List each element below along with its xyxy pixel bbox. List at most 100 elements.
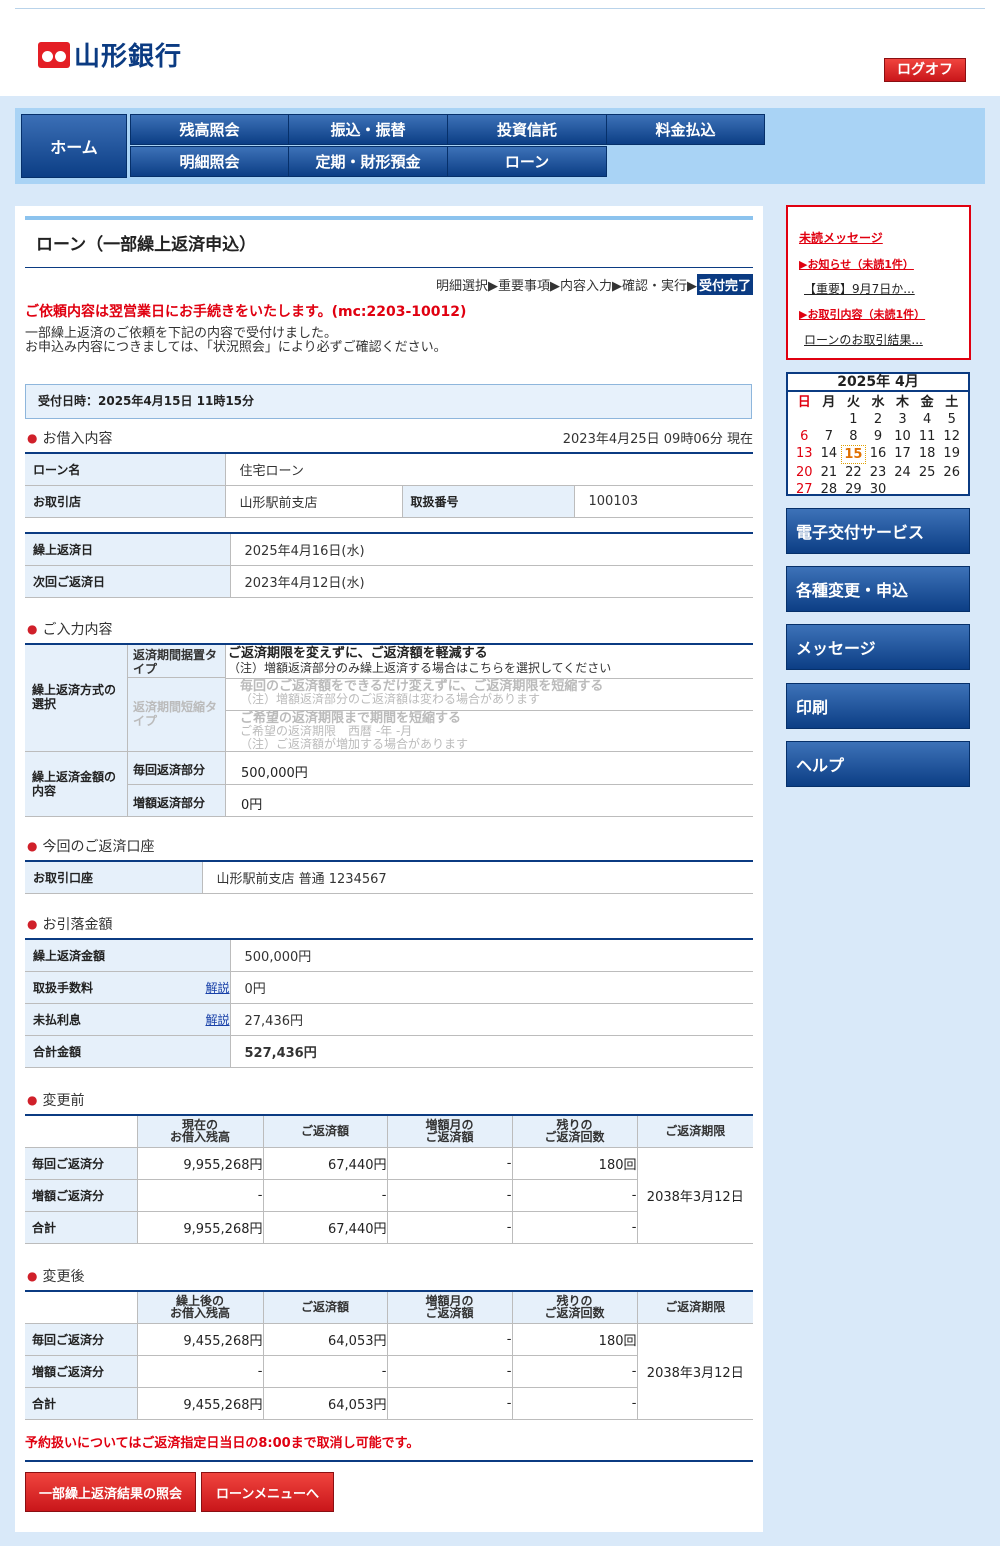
cell-count: - bbox=[512, 1355, 638, 1388]
weekday-header: 日 bbox=[797, 395, 811, 410]
cell-payment: 67,440円 bbox=[263, 1147, 388, 1180]
calendar-day: 9 bbox=[873, 429, 883, 444]
account-table: お取引口座 山形駅前支店 普通 1234567 bbox=[25, 860, 753, 894]
nav-investment[interactable]: 投資信託 bbox=[447, 114, 607, 145]
cell-bonus: - bbox=[387, 1147, 513, 1180]
nav-deposit[interactable]: 定期・財形預金 bbox=[288, 146, 448, 177]
notice-item-link[interactable]: 【重要】9月7日か... bbox=[804, 280, 915, 297]
next-date-label: 次回ご返済日 bbox=[25, 565, 231, 598]
type2a-note: （注）増額返済部分のご返済額は変わる場合があります bbox=[240, 692, 541, 706]
type2b-note: （注）ご返済額が増加する場合があります bbox=[240, 737, 469, 751]
prepay-result-button[interactable]: 一部繰上返済結果の照会 bbox=[25, 1472, 196, 1512]
row-label: 合計 bbox=[25, 1211, 138, 1244]
change-application-button[interactable]: 各種変更・申込 bbox=[786, 566, 970, 612]
method-label: 繰上返済方式の選択 bbox=[25, 645, 128, 752]
corner-cell bbox=[25, 1115, 138, 1148]
nav-payment[interactable]: 料金払込 bbox=[606, 114, 765, 145]
calendar-day: 30 bbox=[869, 482, 887, 497]
cell-balance: 9,955,268円 bbox=[137, 1147, 264, 1180]
cell-period: 2038年3月12日 bbox=[637, 1147, 753, 1244]
calendar-day: 19 bbox=[943, 446, 960, 461]
cell-balance: 9,455,268円 bbox=[137, 1387, 264, 1420]
unread-title[interactable]: 未読メッセージ bbox=[799, 229, 883, 246]
debit-table: 繰上返済金額 500,000円 取扱手数料 解説 0円 未払利息 解説 27,436円 合… bbox=[25, 938, 753, 1068]
calendar-day bbox=[890, 481, 915, 498]
calendar-day: 10 bbox=[894, 429, 911, 444]
row-label: 毎回ご返済分 bbox=[25, 1323, 138, 1356]
nav-statement[interactable]: 明細照会 bbox=[130, 146, 289, 177]
nav-loan[interactable]: ローン bbox=[447, 146, 607, 177]
cancel-note: 予約扱いについてはご返済指定日当日の8:00まで取消し可能です。 bbox=[25, 1436, 420, 1451]
calendar-day bbox=[939, 481, 964, 498]
col-count: 残りの ご返済回数 bbox=[512, 1291, 638, 1324]
weekday-header: 土 bbox=[945, 395, 959, 410]
help-button[interactable]: ヘルプ bbox=[786, 741, 970, 787]
loan-info-table: ローン名 住宅ローン お取引店 山形駅前支店 取扱番号 100103 bbox=[25, 452, 753, 518]
amount-label: 繰上返済金額の内容 bbox=[25, 752, 128, 817]
calendar-day: 15 bbox=[841, 445, 866, 464]
cell-bonus: - bbox=[387, 1355, 513, 1388]
calendar-day: 12 bbox=[943, 429, 960, 444]
logoff-button[interactable]: ログオフ bbox=[884, 58, 966, 82]
print-button[interactable]: 印刷 bbox=[786, 683, 970, 729]
section-account-heading: ● 今回のご返済口座 bbox=[27, 836, 154, 856]
loan-menu-button[interactable]: ローンメニューへ bbox=[201, 1472, 334, 1512]
cell-payment: - bbox=[263, 1179, 388, 1212]
deal-item-link[interactable]: ローンのお取引結果... bbox=[804, 331, 923, 348]
row-label: 毎回ご返済分 bbox=[25, 1147, 138, 1180]
account-value: 山形駅前支店 普通 1234567 bbox=[202, 861, 753, 894]
cherry-icon: ● bbox=[27, 839, 38, 853]
col-payment: ご返済額 bbox=[263, 1291, 388, 1324]
row-label: 増額ご返済分 bbox=[25, 1355, 138, 1388]
interest-help-link[interactable]: 解説 bbox=[205, 1011, 229, 1028]
nav-home[interactable]: ホーム bbox=[21, 114, 127, 178]
calendar-day: 6 bbox=[800, 429, 809, 444]
col-count: 残りの ご返済回数 bbox=[512, 1115, 638, 1148]
nav-balance[interactable]: 残高照会 bbox=[130, 114, 289, 145]
cell-payment: 64,053円 bbox=[263, 1387, 388, 1420]
weekday-header: 金 bbox=[920, 395, 934, 410]
calendar-day: 28 bbox=[820, 482, 838, 497]
col-balance: 現在の お借入残高 bbox=[137, 1115, 264, 1148]
e-delivery-button[interactable]: 電子交付サービス bbox=[786, 508, 970, 554]
bank-logo[interactable]: 山形銀行 bbox=[38, 36, 182, 73]
branch-value: 山形駅前支店 bbox=[225, 485, 403, 518]
received-datetime: 受付日時：2025年4月15日 11時15分 bbox=[25, 384, 752, 419]
type2a-option[interactable]: 毎回のご返済額をできるだけ変えずに、ご返済期限を短縮する （注）増額返済部分のご返… bbox=[240, 680, 603, 706]
cherry-icon: ● bbox=[27, 1269, 38, 1283]
cherry-icon: ● bbox=[27, 917, 38, 931]
calendar-day: 3 bbox=[898, 412, 907, 427]
calendar-day: 16 bbox=[869, 446, 887, 461]
section-debit-heading: ● お引落金額 bbox=[27, 914, 112, 934]
type1-main: ご返済期限を変えずに、ご返済額を軽減する bbox=[228, 646, 488, 661]
section-input-title: ご入力内容 bbox=[42, 622, 113, 638]
cell-bonus: - bbox=[387, 1387, 513, 1420]
cell-count: - bbox=[512, 1387, 638, 1420]
next-date-value: 2023年4月12日(水) bbox=[230, 565, 753, 598]
calendar-day: 1 bbox=[849, 412, 858, 427]
loan-number-value: 100103 bbox=[574, 485, 753, 518]
section-after-heading: ● 変更後 bbox=[27, 1266, 84, 1286]
section-after-title: 変更後 bbox=[42, 1269, 85, 1285]
calendar-day: 4 bbox=[922, 412, 932, 427]
cell-count: - bbox=[512, 1211, 638, 1244]
calendar-day: 25 bbox=[918, 465, 936, 480]
calendar-day bbox=[817, 411, 842, 428]
cell-count: 180回 bbox=[512, 1147, 638, 1180]
nav-transfer[interactable]: 振込・振替 bbox=[288, 114, 448, 145]
global-nav: ホーム 残高照会 振込・振替 投資信託 料金払込 明細照会 定期・財形預金 ロー… bbox=[15, 108, 985, 184]
deal-unread-link[interactable]: ▶お取引内容（未読1件） bbox=[799, 306, 925, 322]
calendar-day: 21 bbox=[820, 465, 838, 480]
message-button[interactable]: メッセージ bbox=[786, 624, 970, 670]
cell-bonus: - bbox=[387, 1323, 513, 1356]
type1-option[interactable]: ご返済期限を変えずに、ご返済額を軽減する （注）増額返済部分のみ繰上返済する場合は… bbox=[228, 646, 611, 676]
weekday-header: 水 bbox=[871, 395, 885, 410]
fee-help-link[interactable]: 解説 bbox=[205, 979, 229, 996]
calendar-day: 27 bbox=[796, 482, 813, 497]
cell-payment: - bbox=[263, 1355, 388, 1388]
notice-text: 一部繰上返済のご依頼を下記の内容で受付けました。 お申込み内容につきましては、「状… bbox=[25, 327, 447, 355]
table-row: 毎回ご返済分 9,955,268円 67,440円 -180回 2038年3月12日 bbox=[25, 1147, 753, 1244]
type2b-option[interactable]: ご希望の返済期限まで期間を短縮する ご希望の返済期限 西暦 -年 -月 （注）ご返済… bbox=[240, 712, 468, 751]
cell-bonus: - bbox=[387, 1179, 513, 1212]
notice-unread-link[interactable]: ▶お知らせ（未読1件） bbox=[799, 256, 914, 272]
